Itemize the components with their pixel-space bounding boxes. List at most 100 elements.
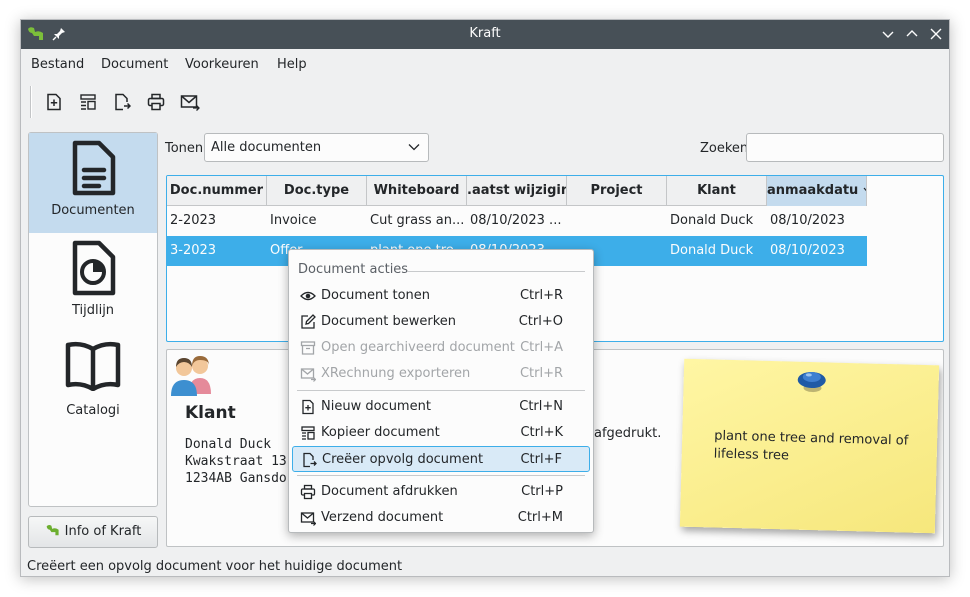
- menu-item-shortcut: Ctrl+F: [520, 452, 562, 467]
- divider: [297, 475, 585, 476]
- info-button-label: Info of Kraft: [64, 524, 142, 539]
- table-cell: 2-2023: [170, 213, 217, 228]
- menu-bar: Bestand Document Voorkeuren Help: [21, 49, 949, 79]
- context-menu-header: Document acties: [298, 262, 409, 277]
- send-mail-button[interactable]: [178, 90, 202, 114]
- search-label: Zoeken: [700, 141, 749, 156]
- archive-icon: [300, 341, 316, 355]
- menu-voorkeuren[interactable]: Voorkeuren: [185, 57, 259, 72]
- toolbar: [21, 82, 949, 122]
- menu-item-label: Open gearchiveerd document: [321, 340, 515, 355]
- menu-item-label: Nieuw document: [321, 399, 431, 414]
- menu-bestand[interactable]: Bestand: [31, 57, 84, 72]
- menu-item-open-gearchiveerd[interactable]: Open gearchiveerd document Ctrl+A: [292, 335, 590, 361]
- table-cell: Cut grass an...: [370, 213, 465, 228]
- address-line: 1234AB Gansdorp: [185, 471, 303, 486]
- sidebar: Documenten Tijdlijn Catalogi: [28, 132, 158, 507]
- column-header[interactable]: Whiteboard: [367, 176, 467, 206]
- mail-export-icon: [300, 368, 316, 382]
- toolbar-grip[interactable]: [30, 86, 32, 118]
- customer-heading: Klant: [185, 403, 236, 423]
- whiteboard-postit[interactable]: plant one tree and removal of lifeless t…: [679, 358, 940, 534]
- printed-note: afgedrukt.: [594, 426, 662, 441]
- kraft-app-icon: [46, 525, 59, 536]
- menu-item-shortcut: Ctrl+O: [518, 314, 563, 329]
- menu-item-shortcut: Ctrl+R: [519, 366, 563, 381]
- print-icon: [147, 93, 165, 111]
- column-header-sorted[interactable]: anmaakdatu: [767, 176, 867, 206]
- column-header[interactable]: Project: [567, 176, 667, 206]
- filter-value: Alle documenten: [211, 140, 322, 155]
- menu-item-label: Document tonen: [321, 288, 431, 303]
- title-bar[interactable]: Kraft: [21, 20, 949, 49]
- print-icon: [300, 484, 316, 500]
- menu-item-label: Document bewerken: [321, 314, 457, 329]
- menu-item-verzend-document[interactable]: Verzend document Ctrl+M: [292, 505, 590, 531]
- sidebar-item-tijdlijn[interactable]: Tijdlijn: [29, 233, 157, 333]
- sidebar-item-catalogi[interactable]: Catalogi: [29, 333, 157, 433]
- table-cell: [567, 206, 667, 236]
- menu-item-label: XRechnung exporteren: [321, 366, 471, 381]
- minimize-icon[interactable]: [881, 27, 895, 41]
- follow-up-icon: [303, 452, 317, 468]
- templates-button[interactable]: [76, 90, 100, 114]
- chevron-down-icon: [863, 187, 866, 192]
- filter-combobox[interactable]: Alle documenten: [204, 133, 429, 162]
- column-header[interactable]: Doc.type: [267, 176, 367, 206]
- follow-up-button[interactable]: [110, 90, 134, 114]
- menu-item-shortcut: Ctrl+M: [517, 510, 563, 525]
- table-cell: 08/10/2023 ...: [470, 213, 562, 228]
- chevron-down-icon: [408, 144, 420, 151]
- table-row[interactable]: 2-2023 Invoice Cut grass an... 08/10/202…: [167, 206, 867, 236]
- sidebar-item-label: Catalogi: [66, 403, 120, 418]
- menu-item-xrechnung-exporteren[interactable]: XRechnung exporteren Ctrl+R: [292, 361, 590, 387]
- menu-help[interactable]: Help: [277, 57, 307, 72]
- menu-document[interactable]: Document: [101, 57, 168, 72]
- address-line: Donald Duck: [185, 437, 272, 452]
- maximize-icon[interactable]: [905, 27, 919, 41]
- window-title: Kraft: [469, 26, 501, 41]
- table-cell: 08/10/2023: [770, 213, 845, 228]
- status-bar: Creëert een opvolg document voor het hui…: [27, 559, 403, 574]
- follow-up-icon: [115, 93, 131, 111]
- column-header[interactable]: .aatst wijziging: [467, 176, 567, 206]
- table-cell: Invoice: [270, 213, 317, 228]
- address-line: Kwakstraat 13: [185, 454, 287, 469]
- divider: [407, 271, 585, 272]
- new-document-icon: [302, 399, 314, 415]
- sidebar-item-documenten[interactable]: Documenten: [29, 133, 157, 233]
- menu-item-document-afdrukken[interactable]: Document afdrukken Ctrl+P: [292, 479, 590, 505]
- menu-item-shortcut: Ctrl+N: [519, 399, 563, 414]
- book-icon: [65, 341, 121, 391]
- close-icon[interactable]: [929, 27, 943, 41]
- column-header[interactable]: Klant: [667, 176, 767, 206]
- context-menu: Document acties Document tonen Ctrl+R Do…: [288, 249, 594, 533]
- edit-icon: [301, 314, 316, 329]
- pushpin-icon: [797, 372, 826, 393]
- table-cell: 08/10/2023: [770, 243, 845, 258]
- menu-item-nieuw-document[interactable]: Nieuw document Ctrl+N: [292, 394, 590, 420]
- timeline-icon: [72, 240, 116, 296]
- print-button[interactable]: [144, 90, 168, 114]
- menu-item-document-tonen[interactable]: Document tonen Ctrl+R: [292, 283, 590, 309]
- search-input[interactable]: [746, 133, 944, 162]
- sidebar-item-label: Tijdlijn: [71, 303, 115, 318]
- column-header[interactable]: Doc.nummer: [167, 176, 267, 206]
- customer-avatar-icon: [171, 356, 211, 396]
- filter-label: Tonen: [165, 141, 204, 156]
- new-document-icon: [47, 93, 61, 111]
- menu-item-document-bewerken[interactable]: Document bewerken Ctrl+O: [292, 309, 590, 335]
- sidebar-item-label: Documenten: [51, 203, 135, 218]
- document-icon: [72, 140, 116, 196]
- info-of-kraft-button[interactable]: Info of Kraft: [28, 516, 158, 548]
- menu-item-creeer-opvolg-document[interactable]: Creëer opvolg document Ctrl+F: [292, 446, 590, 472]
- eye-icon: [300, 291, 316, 301]
- table-header: Doc.nummer Doc.type Whiteboard .aatst wi…: [167, 176, 867, 206]
- new-document-button[interactable]: [42, 90, 66, 114]
- menu-item-shortcut: Ctrl+K: [520, 425, 563, 440]
- menu-item-label: Document afdrukken: [321, 484, 458, 499]
- menu-item-label: Kopieer document: [321, 425, 440, 440]
- table-cell: Donald Duck: [670, 213, 754, 228]
- menu-item-kopieer-document[interactable]: Kopieer document Ctrl+K: [292, 420, 590, 446]
- mail-icon: [300, 512, 316, 526]
